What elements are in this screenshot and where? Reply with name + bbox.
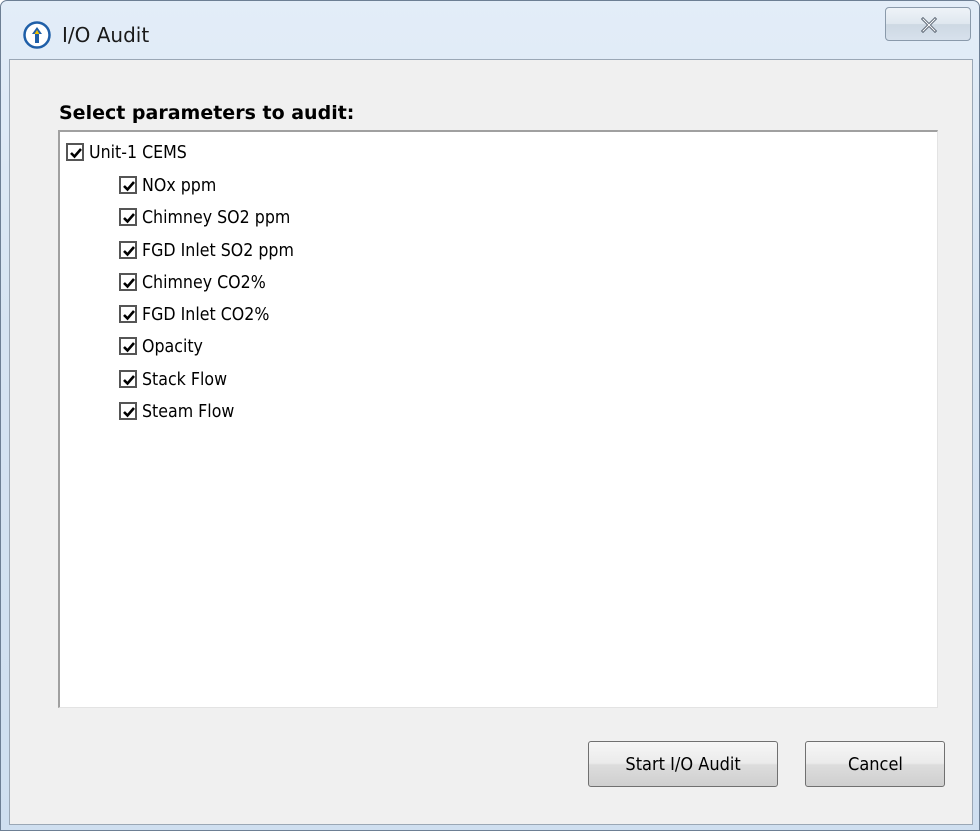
root-checkbox[interactable] xyxy=(66,143,84,161)
cancel-button[interactable]: Cancel xyxy=(805,741,945,787)
child-checkbox[interactable] xyxy=(119,241,137,259)
cancel-button-label: Cancel xyxy=(847,753,903,775)
check-icon xyxy=(123,246,135,257)
title-bar[interactable]: I/O Audit xyxy=(1,1,979,59)
tree-node-child[interactable]: FGD Inlet SO2 ppm xyxy=(119,235,315,265)
child-checkbox[interactable] xyxy=(119,337,137,355)
tree-node-label: FGD Inlet CO2% xyxy=(142,303,270,325)
tree-node-label: Steam Flow xyxy=(142,400,235,422)
child-checkbox[interactable] xyxy=(119,370,137,388)
tree-node-child[interactable]: NOx ppm xyxy=(119,170,226,200)
start-audit-button-label: Start I/O Audit xyxy=(625,753,741,775)
check-icon xyxy=(123,278,135,289)
child-checkbox[interactable] xyxy=(119,305,137,323)
tree-node-label: Chimney SO2 ppm xyxy=(142,206,291,228)
dialog-client-area: Select parameters to audit: Unit-1 CEMS … xyxy=(9,59,973,825)
tree-node-label: NOx ppm xyxy=(142,174,217,196)
tree-node-child[interactable]: Chimney CO2% xyxy=(119,267,283,297)
dialog-window: I/O Audit Select parameters to audit: Un… xyxy=(0,0,980,831)
tree-node-child[interactable]: Opacity xyxy=(119,331,211,361)
tree-node-label: Stack Flow xyxy=(142,368,228,390)
child-checkbox[interactable] xyxy=(119,176,137,194)
check-icon xyxy=(123,407,135,418)
tree-node-child[interactable]: Stack Flow xyxy=(119,364,239,394)
tree-node-label: Chimney CO2% xyxy=(142,271,266,293)
parameter-tree[interactable]: Unit-1 CEMS NOx ppm Chimney SO2 ppm FGD … xyxy=(58,130,938,708)
child-checkbox[interactable] xyxy=(119,402,137,420)
tree-node-label: Unit-1 CEMS xyxy=(89,141,187,163)
prompt-label: Select parameters to audit: xyxy=(59,102,355,124)
tree-node-label: Opacity xyxy=(142,335,203,357)
child-checkbox[interactable] xyxy=(119,208,137,226)
check-icon xyxy=(123,213,135,224)
check-icon xyxy=(123,342,135,353)
tree-node-child[interactable]: Chimney SO2 ppm xyxy=(119,202,311,232)
close-button[interactable] xyxy=(885,7,971,41)
child-checkbox[interactable] xyxy=(119,273,137,291)
close-icon xyxy=(920,17,938,33)
check-icon xyxy=(70,148,82,159)
tree-node-label: FGD Inlet SO2 ppm xyxy=(142,239,294,261)
check-icon xyxy=(123,310,135,321)
tree-node-root[interactable]: Unit-1 CEMS xyxy=(66,137,200,167)
start-audit-button[interactable]: Start I/O Audit xyxy=(588,741,778,787)
tree-logo-icon xyxy=(23,21,51,49)
check-icon xyxy=(123,181,135,192)
tree-node-child[interactable]: Steam Flow xyxy=(119,396,247,426)
window-title: I/O Audit xyxy=(62,23,150,47)
check-icon xyxy=(123,375,135,386)
tree-node-child[interactable]: FGD Inlet CO2% xyxy=(119,299,287,329)
